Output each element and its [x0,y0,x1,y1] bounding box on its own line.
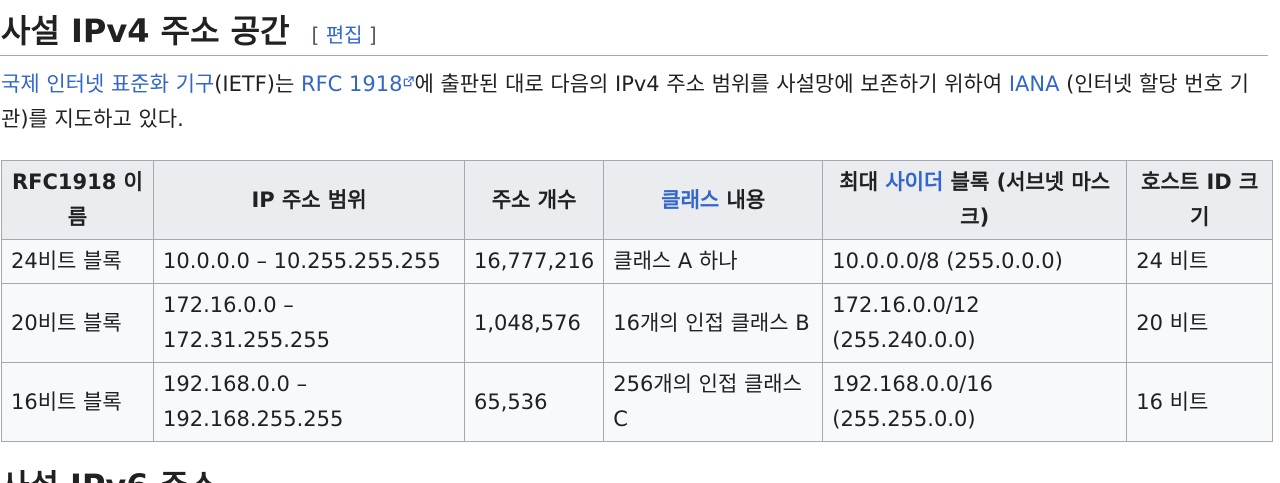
edit-section-link-group: [ 편집 ] [312,19,377,51]
private-ipv4-table: RFC1918 이름 IP 주소 범위 주소 개수 클래스 내용 최대 사이더 … [1,160,1274,442]
edit-section-link[interactable]: 편집 [326,23,363,47]
header-cidr-post: 블록 (서브넷 마스크) [943,170,1111,229]
cell-range: 10.0.0.0 – 10.255.255.255 [153,239,465,284]
cell-name: 16비트 블록 [1,362,154,442]
intro-text-2: 에 출판된 대로 다음의 IPv4 주소 범위를 사설망에 보존하기 위하여 [414,72,1009,96]
header-class: 클래스 내용 [603,160,824,240]
cidr-link[interactable]: 사이더 [885,170,943,194]
cell-host: 24 비트 [1126,239,1274,284]
cell-count: 65,536 [463,362,605,442]
table-header-row: RFC1918 이름 IP 주소 범위 주소 개수 클래스 내용 최대 사이더 … [1,160,1274,240]
cell-range: 172.16.0.0 – 172.31.255.255 [153,283,465,363]
cell-class: 클래스 A 하나 [603,239,824,284]
edit-bracket-open: [ [311,23,320,47]
cell-name: 24비트 블록 [1,239,154,284]
cell-name: 20비트 블록 [1,283,154,363]
table-row: 20비트 블록 172.16.0.0 – 172.31.255.255 1,04… [1,283,1274,363]
cell-count: 16,777,216 [463,239,605,284]
cell-cidr: 10.0.0.0/8 (255.0.0.0) [822,239,1128,284]
cell-range: 192.168.0.0 – 192.168.255.255 [153,362,465,442]
intro-text-1: (IETF)는 [214,72,301,96]
external-link-icon [404,76,415,87]
header-host-id-size: 호스트 ID 크기 [1126,160,1274,240]
next-section-title: 사설 IPv6 주소 [0,466,219,483]
ietf-link[interactable]: 국제 인터넷 표준화 기구 [1,72,214,96]
section-title: 사설 IPv4 주소 공간 [1,12,290,50]
cell-class: 16개의 인접 클래스 B [603,283,824,363]
cell-cidr: 192.168.0.0/16 (255.255.0.0) [822,362,1128,442]
class-link[interactable]: 클래스 [661,188,719,212]
header-rfc1918-name: RFC1918 이름 [1,160,154,240]
header-class-rest: 내용 [719,187,766,212]
intro-paragraph: 국제 인터넷 표준화 기구(IETF)는 RFC 1918 에 출판된 대로 다음… [1,67,1263,137]
table-row: 24비트 블록 10.0.0.0 – 10.255.255.255 16,777… [1,239,1274,284]
header-cidr-pre: 최대 [839,170,886,194]
table-row: 16비트 블록 192.168.0.0 – 192.168.255.255 65… [1,362,1274,442]
cell-host: 20 비트 [1126,283,1274,363]
rfc1918-link-label: RFC 1918 [300,72,403,96]
edit-bracket-close: ] [368,23,377,47]
header-cidr-block: 최대 사이더 블록 (서브넷 마스크) [822,160,1128,240]
rfc1918-link[interactable]: RFC 1918 [300,72,415,96]
cell-cidr: 172.16.0.0/12 (255.240.0.0) [822,283,1128,363]
cell-count: 1,048,576 [463,283,605,363]
cell-class: 256개의 인접 클래스 C [603,362,824,442]
header-ip-range: IP 주소 범위 [153,160,465,240]
cell-host: 16 비트 [1126,362,1274,442]
article-page: 사설 IPv4 주소 공간 [ 편집 ] 국제 인터넷 표준화 기구(IETF)… [0,0,1280,483]
section-heading: 사설 IPv4 주소 공간 [ 편집 ] [0,0,1268,56]
iana-link[interactable]: IANA [1009,72,1060,96]
header-address-count: 주소 개수 [463,160,605,240]
